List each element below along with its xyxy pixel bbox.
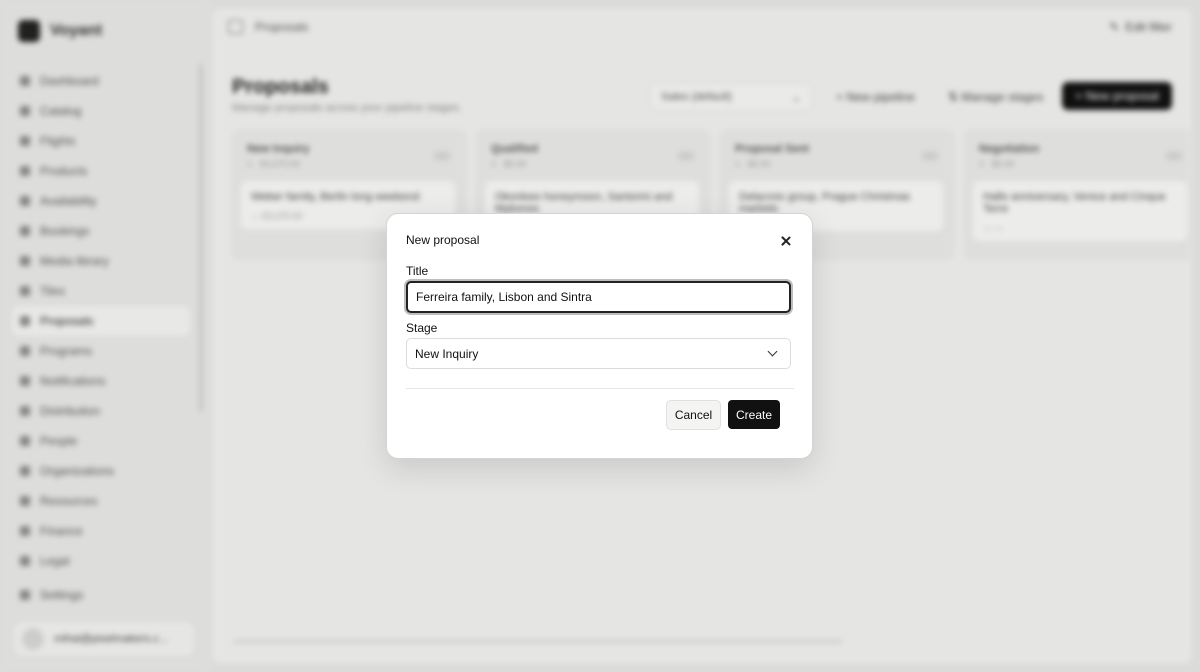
cancel-button[interactable]: Cancel [666,400,721,430]
chevron-down-icon [767,346,778,357]
dialog-divider [406,388,794,389]
new-proposal-dialog: New proposal Title Stage New Inquiry Can… [386,213,813,459]
stage-select-value: New Inquiry [415,346,479,361]
title-input[interactable] [406,281,791,313]
title-label: Title [406,264,429,278]
create-button[interactable]: Create [728,400,780,429]
close-icon[interactable] [778,233,794,249]
stage-select[interactable]: New Inquiry [406,338,791,369]
dialog-title: New proposal [406,233,480,247]
stage-label: Stage [406,321,438,335]
